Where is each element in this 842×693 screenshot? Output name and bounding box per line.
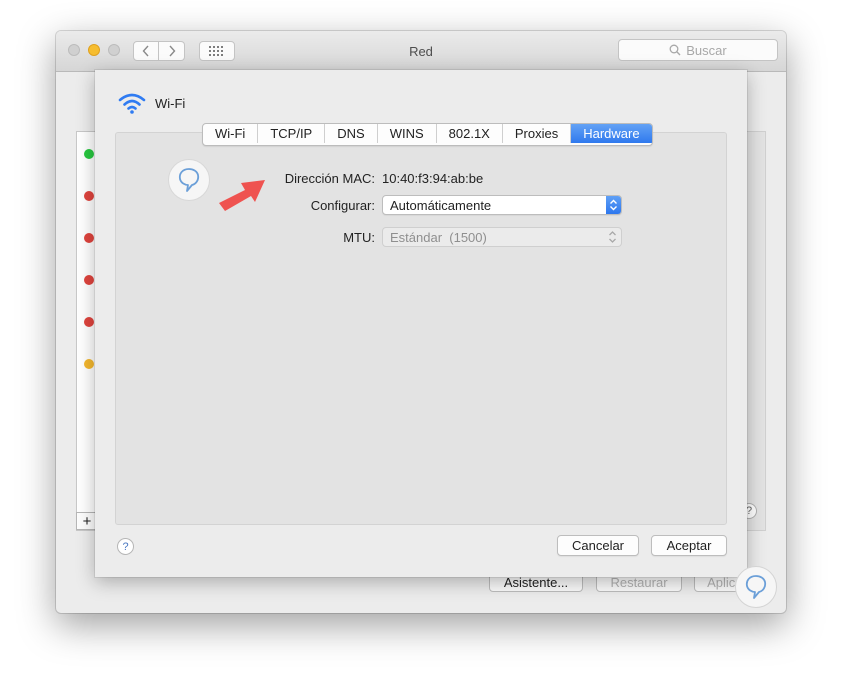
watermark-logo bbox=[168, 159, 210, 201]
interface-name: Wi-Fi bbox=[155, 95, 186, 111]
cancel-button[interactable]: Cancelar bbox=[557, 535, 639, 556]
tab-wifi[interactable]: Wi-Fi bbox=[203, 124, 259, 143]
tab-hardware[interactable]: Hardware bbox=[571, 124, 652, 143]
tab-wins[interactable]: WINS bbox=[378, 124, 437, 143]
tab-proxies[interactable]: Proxies bbox=[503, 124, 572, 143]
wifi-icon bbox=[118, 93, 146, 114]
mac-address-value: 10:40:f3:94:ab:be bbox=[382, 171, 484, 186]
search-field[interactable]: Buscar bbox=[618, 39, 778, 61]
speech-bubble-icon bbox=[178, 168, 200, 192]
settings-tabs: Wi-Fi TCP/IP DNS WINS 802.1X Proxies Har… bbox=[202, 123, 653, 146]
pointer-arrow-icon bbox=[219, 180, 265, 211]
help-button[interactable]: ? bbox=[117, 538, 134, 555]
tab-8021x[interactable]: 802.1X bbox=[437, 124, 503, 143]
status-dot bbox=[84, 149, 94, 159]
status-dot bbox=[84, 233, 94, 243]
configure-label: Configurar: bbox=[310, 198, 375, 213]
status-dot bbox=[84, 317, 94, 327]
search-icon bbox=[669, 44, 681, 56]
accept-button[interactable]: Aceptar bbox=[651, 535, 727, 556]
mtu-value: Estándar (1500) bbox=[390, 229, 487, 245]
status-dot bbox=[84, 359, 94, 369]
speech-bubble-icon bbox=[745, 575, 767, 599]
mtu-select: Estándar (1500) bbox=[382, 227, 622, 247]
advanced-settings-sheet: Wi-Fi Wi-Fi TCP/IP DNS WINS 802.1X Proxi… bbox=[95, 70, 747, 577]
configure-value: Automáticamente bbox=[390, 197, 492, 213]
status-dot bbox=[84, 275, 94, 285]
status-dot bbox=[84, 191, 94, 201]
search-placeholder: Buscar bbox=[686, 42, 727, 58]
select-arrows-icon bbox=[609, 231, 616, 243]
watermark-logo-corner bbox=[735, 566, 777, 608]
mtu-label: MTU: bbox=[343, 230, 375, 245]
title-bar: Red Buscar bbox=[56, 31, 786, 72]
configure-select[interactable]: Automáticamente bbox=[382, 195, 622, 215]
interface-header: Wi-Fi bbox=[117, 92, 185, 114]
mac-address-label: Dirección MAC: bbox=[284, 171, 375, 186]
tab-tcpip[interactable]: TCP/IP bbox=[258, 124, 326, 143]
tab-dns[interactable]: DNS bbox=[325, 124, 378, 143]
select-arrows-icon bbox=[606, 196, 621, 214]
